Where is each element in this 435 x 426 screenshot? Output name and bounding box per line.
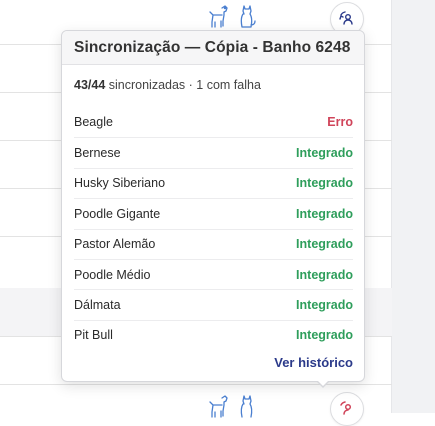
popover-title: Sincronização — Cópia - Banho 6248 [62, 31, 364, 65]
list-item: Husky Siberiano Integrado [74, 167, 353, 198]
status-badge: Integrado [296, 146, 353, 161]
status-badge: Integrado [296, 237, 353, 252]
breed-name: Bernese [74, 146, 121, 161]
list-item: Pit Bull Integrado [74, 319, 353, 350]
status-badge: Integrado [296, 206, 353, 221]
list-item: Bernese Integrado [74, 137, 353, 167]
dog-icon [206, 2, 232, 30]
status-badge: Erro [327, 115, 353, 130]
breed-name: Husky Siberiano [74, 176, 166, 191]
list-item: Poodle Médio Integrado [74, 258, 353, 289]
status-badge: Integrado [296, 267, 353, 282]
breed-name: Dálmata [74, 298, 121, 313]
list-item: Dálmata Integrado [74, 289, 353, 319]
sync-summary: 43/44 sincronizadas · 1 com falha [62, 65, 364, 107]
sync-error-button[interactable] [330, 392, 364, 426]
sync-user-icon [339, 11, 353, 25]
list-item: Poodle Gigante Integrado [74, 198, 353, 228]
popover-arrow-fill [317, 380, 329, 386]
pet-icons-bottom [206, 392, 260, 420]
table-row-divider [0, 384, 392, 385]
sync-popover: Sincronização — Cópia - Banho 6248 43/44… [61, 30, 365, 382]
summary-count: 43/44 [74, 78, 106, 92]
dog-icon [206, 392, 232, 420]
pet-icons-top [206, 2, 260, 30]
status-badge: Integrado [296, 176, 353, 191]
breed-name: Beagle [74, 115, 113, 130]
sync-error-icon [340, 401, 352, 415]
sync-list: Beagle Erro Bernese Integrado Husky Sibe… [74, 107, 353, 350]
status-badge: Integrado [296, 298, 353, 313]
view-history-link[interactable]: Ver histórico [274, 355, 353, 370]
summary-text: sincronizadas · 1 com falha [105, 78, 261, 92]
breed-name: Poodle Médio [74, 267, 151, 282]
breed-name: Pastor Alemão [74, 237, 156, 252]
scrollbar-gutter[interactable] [391, 0, 435, 413]
list-item: Beagle Erro [74, 107, 353, 137]
cat-icon [234, 392, 260, 420]
breed-name: Pit Bull [74, 328, 113, 343]
status-badge: Integrado [296, 328, 353, 343]
list-item: Pastor Alemão Integrado [74, 228, 353, 259]
cat-icon [234, 2, 260, 30]
breed-name: Poodle Gigante [74, 206, 161, 221]
